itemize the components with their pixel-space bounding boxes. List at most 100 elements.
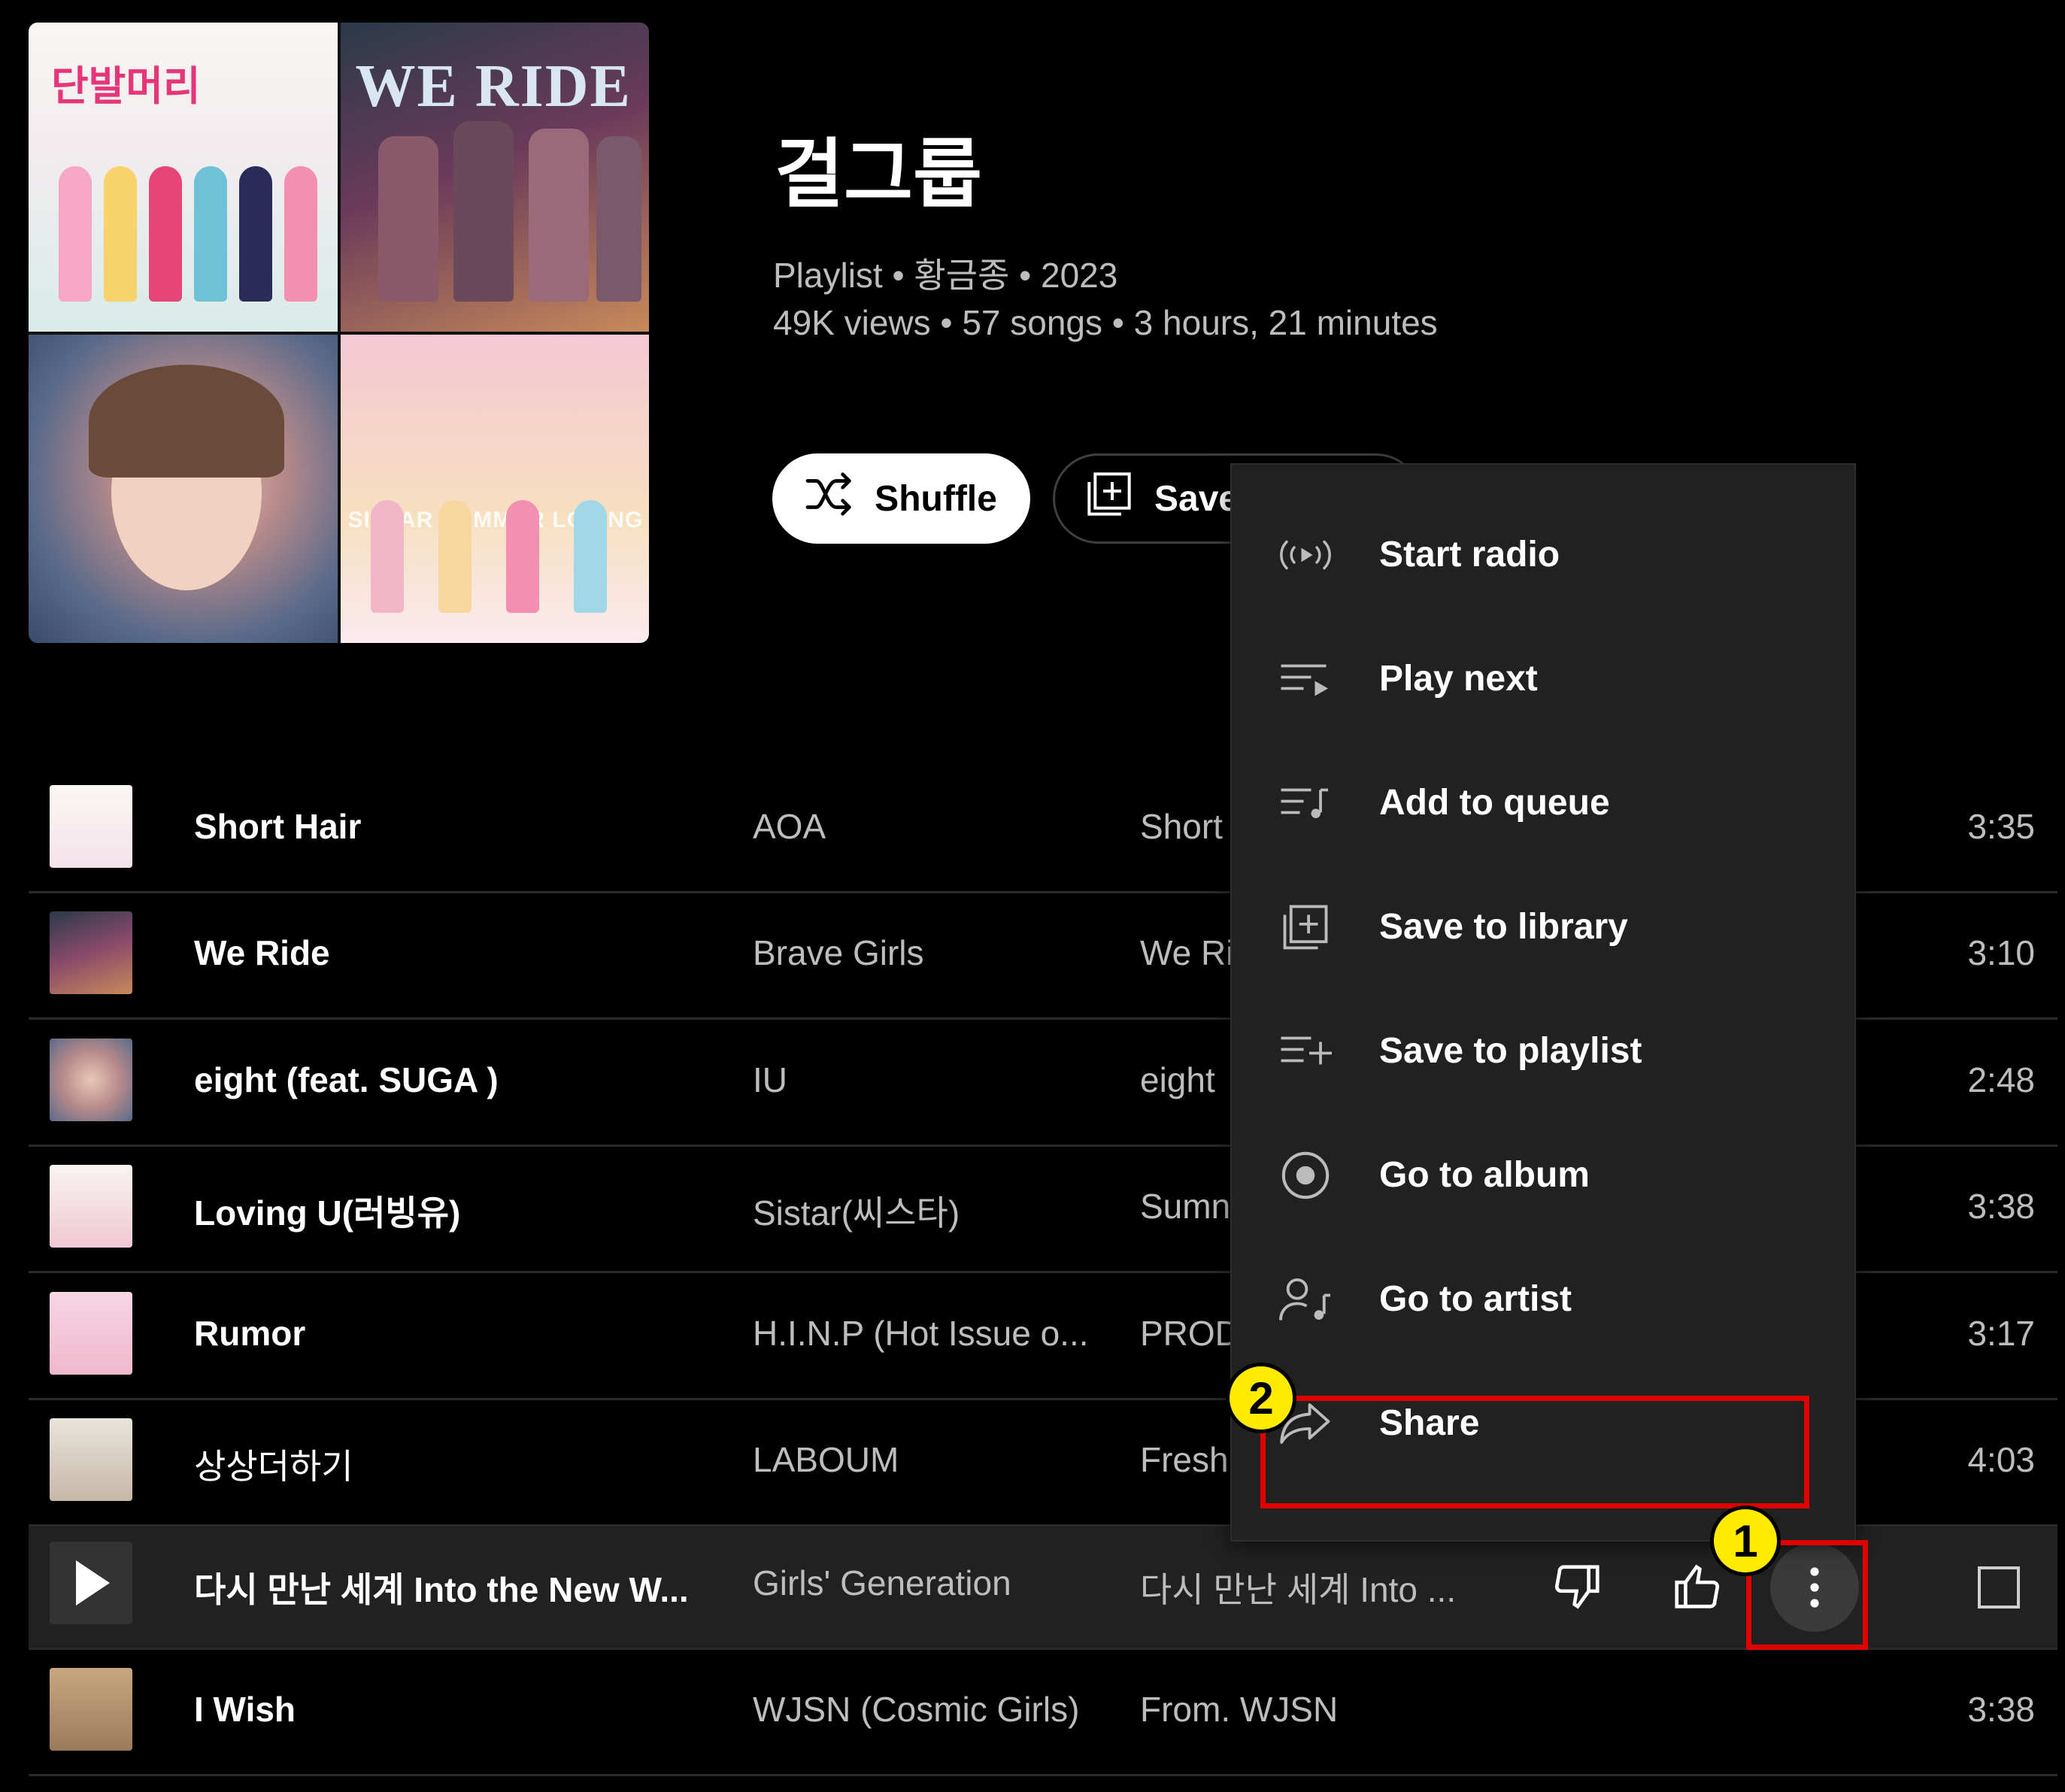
track-thumbnail — [50, 1668, 132, 1751]
cover-figure — [573, 500, 607, 613]
playlist-cover-art: 단발머리 WE RIDE SISTAR SUMMER LOVING — [29, 23, 649, 643]
menu-item-save-to-playlist[interactable]: Save to playlist — [1232, 989, 1854, 1113]
shuffle-icon — [805, 471, 858, 526]
cover-tile-eight — [29, 334, 338, 643]
menu-item-add-to-queue[interactable]: Add to queue — [1232, 741, 1854, 865]
track-title[interactable]: I Wish — [194, 1689, 296, 1730]
menu-item-label: Save to playlist — [1379, 1031, 1642, 1071]
menu-item-label: Add to queue — [1379, 783, 1610, 823]
menu-item-play-next[interactable]: Play next — [1232, 617, 1854, 741]
dislike-button[interactable] — [1548, 1557, 1608, 1617]
track-artist[interactable]: H.I.N.P (Hot Issue o... — [753, 1313, 1089, 1354]
track-title[interactable]: 상상더하기 — [194, 1439, 353, 1489]
track-duration: 3:35 — [1967, 807, 2035, 846]
track-album[interactable]: Fresh — [1140, 1439, 1229, 1480]
track-title[interactable]: We Ride — [194, 932, 330, 973]
cover-figure — [370, 500, 404, 613]
menu-item-label: Start radio — [1379, 535, 1560, 575]
track-album[interactable]: PROD — [1140, 1313, 1240, 1354]
track-duration: 4:03 — [1967, 1440, 2035, 1479]
cover-tile-title: 단발머리 — [51, 64, 201, 109]
track-duration: 2:48 — [1967, 1060, 2035, 1099]
cover-figure — [239, 165, 272, 302]
menu-item-label: Go to album — [1379, 1155, 1590, 1195]
shuffle-button[interactable]: Shuffle — [772, 453, 1030, 544]
track-album[interactable]: eight — [1140, 1060, 1215, 1100]
cover-figure — [149, 165, 182, 302]
play-next-icon — [1275, 649, 1336, 709]
track-artist[interactable]: IU — [753, 1060, 787, 1100]
track-duration: 3:10 — [1967, 933, 2035, 972]
cover-tile-title: WE RIDE — [355, 53, 632, 120]
track-artist[interactable]: Brave Girls — [753, 932, 923, 973]
track-artist[interactable]: LABOUM — [753, 1439, 899, 1480]
track-row[interactable]: I Wish WJSN (Cosmic Girls) From. WJSN 3:… — [29, 1653, 2057, 1776]
cover-figure — [453, 120, 514, 302]
select-checkbox[interactable] — [1978, 1566, 2020, 1609]
step-badge-2: 2 — [1226, 1363, 1296, 1433]
thumbs-down-icon — [1554, 1565, 1600, 1609]
cover-figure — [194, 165, 227, 302]
track-artist[interactable]: WJSN (Cosmic Girls) — [753, 1689, 1079, 1730]
track-thumbnail — [50, 1292, 132, 1375]
track-duration: 3:38 — [1967, 1690, 2035, 1729]
track-album[interactable]: Sumn — [1140, 1186, 1230, 1227]
cover-figure — [528, 128, 589, 302]
like-button[interactable] — [1666, 1557, 1727, 1617]
track-title[interactable]: eight (feat. SUGA ) — [194, 1060, 499, 1100]
track-album[interactable]: 다시 만난 세계 Into ... — [1140, 1563, 1456, 1612]
track-album[interactable]: From. WJSN — [1140, 1689, 1338, 1730]
track-title[interactable]: 다시 만난 세계 Into the New W... — [194, 1563, 689, 1612]
album-icon — [1275, 1145, 1336, 1205]
play-icon[interactable] — [72, 1560, 110, 1606]
menu-item-go-to-artist[interactable]: Go to artist — [1232, 1237, 1854, 1361]
track-album[interactable]: We Ri — [1140, 932, 1233, 973]
track-title[interactable]: Short Hair — [194, 806, 361, 847]
track-thumbnail — [50, 911, 132, 994]
track-thumbnail — [50, 1039, 132, 1121]
cover-tile-sistar: SISTAR SUMMER LOVING — [340, 334, 649, 643]
track-thumbnail — [50, 1418, 132, 1501]
track-title[interactable]: Loving U(러빙유) — [194, 1186, 460, 1236]
cover-tile-short-hair: 단발머리 — [29, 23, 338, 332]
menu-item-go-to-album[interactable]: Go to album — [1232, 1113, 1854, 1237]
playlist-add-icon — [1275, 1021, 1336, 1081]
cover-figure — [596, 135, 641, 302]
track-duration: 3:38 — [1967, 1187, 2035, 1226]
cover-figure — [284, 165, 317, 302]
artist-icon — [1275, 1269, 1336, 1330]
cover-portrait-hair — [89, 364, 284, 478]
menu-item-label: Play next — [1379, 659, 1538, 699]
menu-item-label: Save to library — [1379, 907, 1628, 947]
thumbs-up-icon — [1675, 1564, 1720, 1609]
cover-tile-we-ride: WE RIDE — [340, 23, 649, 332]
library-add-icon — [1275, 897, 1336, 957]
track-artist[interactable]: Girls' Generation — [753, 1563, 1011, 1603]
track-album[interactable]: Short — [1140, 806, 1223, 847]
playlist-title: 걸그룹 — [775, 132, 982, 217]
save-label: Save — [1154, 478, 1239, 519]
cover-figure — [505, 500, 539, 613]
menu-item-save-to-library[interactable]: Save to library — [1232, 865, 1854, 989]
track-thumbnail — [50, 1165, 132, 1248]
track-context-menu: Start radio Play next Add to queue Save … — [1230, 463, 1856, 1542]
highlight-box-share — [1260, 1396, 1809, 1508]
track-thumbnail — [50, 785, 132, 868]
cover-figure — [378, 135, 438, 302]
playlist-meta-stats: 49K views • 57 songs • 3 hours, 21 minut… — [773, 303, 1438, 342]
menu-item-start-radio[interactable]: Start radio — [1232, 493, 1854, 617]
cover-figure — [59, 165, 92, 302]
playlist-meta-owner: Playlist • 황금종 • 2023 — [773, 256, 1118, 295]
track-artist[interactable]: Sistar(씨스타) — [753, 1186, 960, 1236]
track-duration: 3:17 — [1967, 1314, 2035, 1353]
radio-icon — [1275, 525, 1336, 585]
cover-figure — [104, 165, 137, 302]
cover-figure — [438, 500, 472, 613]
shuffle-label: Shuffle — [875, 478, 997, 519]
track-artist[interactable]: AOA — [753, 806, 826, 847]
track-thumbnail[interactable] — [50, 1542, 132, 1624]
step-badge-1: 1 — [1710, 1505, 1781, 1576]
track-title[interactable]: Rumor — [194, 1313, 305, 1354]
library-add-icon — [1085, 470, 1133, 527]
menu-item-label: Go to artist — [1379, 1279, 1572, 1319]
